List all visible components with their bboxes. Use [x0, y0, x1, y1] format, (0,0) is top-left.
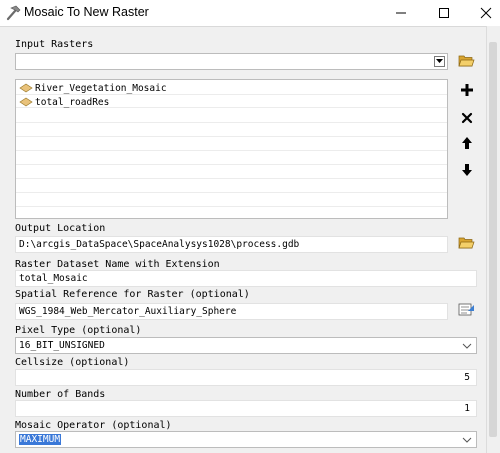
browse-input-button[interactable]: [457, 53, 476, 72]
mosaic-operator-label: Mosaic Operator (optional): [15, 420, 172, 431]
mosaic-operator-select[interactable]: MAXIMUM: [15, 431, 477, 448]
chevron-down-icon[interactable]: [462, 435, 472, 445]
raster-layer-icon: [19, 83, 33, 93]
remove-row-button[interactable]: [457, 109, 476, 128]
raster-name-field[interactable]: total_Mosaic: [15, 270, 477, 287]
cellsize-value: 5: [464, 372, 470, 383]
spatial-reference-value: WGS_1984_Web_Mercator_Auxiliary_Sphere: [19, 306, 237, 317]
cellsize-field[interactable]: 5: [15, 369, 477, 386]
list-item-label: total_roadRes: [35, 96, 110, 108]
raster-layer-icon: [19, 97, 33, 107]
pixel-type-select[interactable]: 16_BIT_UNSIGNED: [15, 337, 477, 354]
number-of-bands-field[interactable]: 1: [15, 400, 477, 417]
output-location-field[interactable]: D:\arcgis_DataSpace\SpaceAnalysys1028\pr…: [15, 236, 448, 253]
pixel-type-value: 16_BIT_UNSIGNED: [19, 340, 105, 351]
cellsize-label: Cellsize (optional): [15, 357, 130, 368]
spatial-reference-field[interactable]: WGS_1984_Web_Mercator_Auxiliary_Sphere: [15, 303, 448, 320]
browse-output-button[interactable]: [457, 235, 476, 254]
hammer-icon: [4, 4, 22, 22]
arrow-down-icon: [461, 162, 473, 181]
move-down-button[interactable]: [457, 162, 476, 181]
chevron-down-icon[interactable]: [462, 341, 472, 351]
list-item[interactable]: total_roadRes: [19, 96, 109, 108]
list-item[interactable]: River_Vegetation_Mosaic: [19, 82, 167, 94]
spatial-reference-button[interactable]: [457, 302, 476, 321]
folder-open-icon: [458, 235, 475, 254]
spatial-reference-label: Spatial Reference for Raster (optional): [15, 289, 250, 300]
spatial-reference-icon: [458, 302, 475, 322]
number-of-bands-value: 1: [464, 403, 470, 414]
raster-name-value: total_Mosaic: [19, 273, 88, 284]
dropdown-arrow-icon[interactable]: [434, 56, 445, 67]
maximize-button[interactable]: [421, 0, 467, 26]
scrollbar-thumb[interactable]: [489, 42, 497, 437]
title-bar: Mosaic To New Raster: [0, 0, 500, 26]
output-location-value: D:\arcgis_DataSpace\SpaceAnalysys1028\pr…: [19, 239, 300, 250]
arrow-up-icon: [461, 135, 473, 154]
raster-name-label: Raster Dataset Name with Extension: [15, 259, 220, 270]
add-row-button[interactable]: [457, 82, 476, 101]
close-button[interactable]: [463, 0, 500, 26]
folder-open-icon: [458, 53, 475, 72]
window-title: Mosaic To New Raster: [24, 5, 149, 19]
number-of-bands-label: Number of Bands: [15, 389, 106, 400]
input-rasters-combo[interactable]: [15, 53, 448, 70]
minimize-button[interactable]: [378, 0, 424, 26]
x-icon: [461, 109, 473, 128]
move-up-button[interactable]: [457, 135, 476, 154]
pixel-type-label: Pixel Type (optional): [15, 325, 142, 336]
input-rasters-label: Input Rasters: [15, 39, 94, 50]
plus-icon: [460, 82, 474, 101]
input-rasters-list[interactable]: River_Vegetation_Mosaic total_roadRes: [15, 79, 448, 219]
output-location-label: Output Location: [15, 223, 106, 234]
list-item-label: River_Vegetation_Mosaic: [35, 82, 167, 94]
mosaic-operator-value: MAXIMUM: [19, 434, 62, 445]
